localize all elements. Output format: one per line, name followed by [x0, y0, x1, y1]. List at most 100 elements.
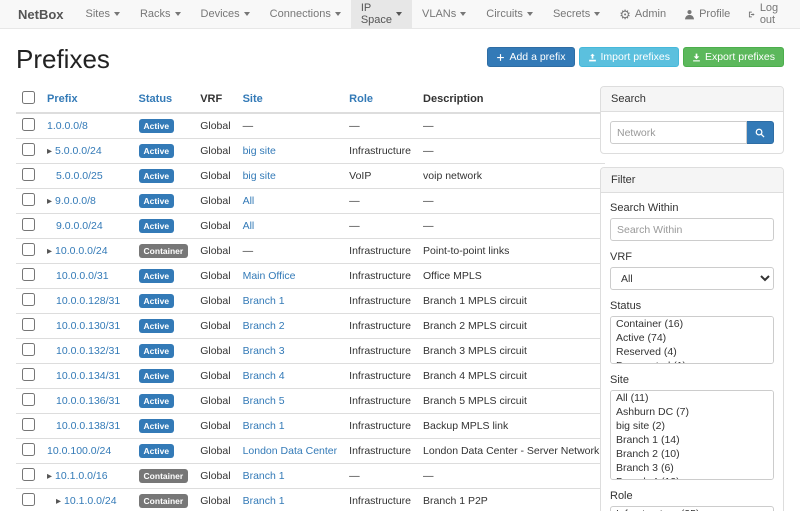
row-checkbox[interactable]: [22, 143, 35, 156]
column-header-site[interactable]: Site: [243, 93, 263, 105]
listbox-option[interactable]: Branch 1 (14): [611, 433, 773, 447]
site-label: Site: [610, 374, 774, 386]
row-checkbox[interactable]: [22, 443, 35, 456]
prefix-link[interactable]: 9.0.0.0/8: [55, 195, 96, 207]
row-checkbox[interactable]: [22, 268, 35, 281]
column-header-prefix[interactable]: Prefix: [47, 93, 78, 105]
site-cell: Branch 4: [237, 364, 344, 389]
status-badge: Active: [139, 219, 175, 233]
row-checkbox[interactable]: [22, 293, 35, 306]
site-link[interactable]: Branch 1: [243, 470, 285, 482]
prefix-link[interactable]: 10.0.0.132/31: [56, 345, 120, 357]
row-checkbox[interactable]: [22, 418, 35, 431]
site-link[interactable]: Branch 4: [243, 370, 285, 382]
row-checkbox[interactable]: [22, 218, 35, 231]
export-prefixes-button[interactable]: Export prefixes: [683, 47, 784, 67]
site-cell: big site: [237, 164, 344, 189]
expand-caret-icon: ▸: [47, 146, 52, 157]
row-checkbox[interactable]: [22, 343, 35, 356]
prefix-link[interactable]: 5.0.0.0/24: [55, 145, 102, 157]
listbox-option[interactable]: big site (2): [611, 419, 773, 433]
listbox-option[interactable]: Ashburn DC (7): [611, 405, 773, 419]
nav-item-connections[interactable]: Connections: [260, 0, 351, 28]
vrf-select[interactable]: All: [610, 267, 774, 290]
site-link[interactable]: All: [243, 195, 255, 207]
prefix-link[interactable]: 10.0.0.130/31: [56, 320, 120, 332]
row-checkbox[interactable]: [22, 393, 35, 406]
row-checkbox[interactable]: [22, 468, 35, 481]
brand[interactable]: NetBox: [6, 0, 76, 28]
nav-item-sites[interactable]: Sites: [76, 0, 130, 28]
prefix-link[interactable]: 10.0.0.0/31: [56, 270, 109, 282]
vrf-cell: Global: [194, 214, 236, 239]
prefix-link[interactable]: 10.1.0.0/24: [64, 495, 117, 507]
site-link[interactable]: Branch 2: [243, 320, 285, 332]
prefix-link[interactable]: 10.0.0.138/31: [56, 420, 120, 432]
row-checkbox[interactable]: [22, 118, 35, 131]
row-checkbox[interactable]: [22, 168, 35, 181]
nav-item-racks[interactable]: Racks: [130, 0, 191, 28]
status-listbox[interactable]: Container (16)Active (74)Reserved (4)Dep…: [610, 316, 774, 364]
prefix-link[interactable]: 10.0.0.136/31: [56, 395, 120, 407]
site-link[interactable]: Branch 3: [243, 345, 285, 357]
row-checkbox[interactable]: [22, 193, 35, 206]
listbox-option[interactable]: Reserved (4): [611, 345, 773, 359]
listbox-option[interactable]: Active (74): [611, 331, 773, 345]
search-button[interactable]: [747, 121, 774, 144]
listbox-option[interactable]: Branch 2 (10): [611, 447, 773, 461]
prefix-link[interactable]: 9.0.0.0/24: [56, 220, 103, 232]
add-prefix-button[interactable]: Add a prefix: [487, 47, 574, 67]
site-link[interactable]: Branch 1: [243, 495, 285, 507]
status-badge: Container: [139, 494, 189, 508]
site-link[interactable]: All: [243, 220, 255, 232]
column-header-role[interactable]: Role: [349, 93, 373, 105]
role-listbox[interactable]: Infrastructure (25)Management (8)Private…: [610, 506, 774, 511]
select-all-checkbox[interactable]: [22, 91, 35, 104]
role-cell: Infrastructure: [343, 139, 417, 164]
nav-item-devices[interactable]: Devices: [191, 0, 260, 28]
site-link[interactable]: big site: [243, 145, 276, 157]
site-link[interactable]: Branch 1: [243, 295, 285, 307]
prefix-link[interactable]: 10.1.0.0/16: [55, 470, 108, 482]
prefix-link[interactable]: 10.0.0.128/31: [56, 295, 120, 307]
row-checkbox[interactable]: [22, 243, 35, 256]
site-link[interactable]: Branch 1: [243, 420, 285, 432]
site-link[interactable]: big site: [243, 170, 276, 182]
profile-link[interactable]: Profile: [675, 0, 739, 28]
row-checkbox[interactable]: [22, 368, 35, 381]
table-wrap: Prefix Status VRF Site Role Description …: [16, 86, 586, 511]
site-link[interactable]: London Data Center: [243, 445, 338, 457]
site-listbox[interactable]: All (11)Ashburn DC (7)big site (2)Branch…: [610, 390, 774, 480]
listbox-option[interactable]: Container (16): [611, 317, 773, 331]
logout-link[interactable]: Log out: [739, 0, 794, 28]
listbox-option[interactable]: All (11): [611, 391, 773, 405]
import-prefixes-button[interactable]: Import prefixes: [579, 47, 679, 67]
prefix-link[interactable]: 10.0.0.134/31: [56, 370, 120, 382]
listbox-option[interactable]: Branch 4 (12): [611, 475, 773, 480]
nav-item-vlans[interactable]: VLANs: [412, 0, 476, 28]
prefix-link[interactable]: 10.0.0.0/24: [55, 245, 108, 257]
vrf-cell: Global: [194, 164, 236, 189]
nav-item-secrets[interactable]: Secrets: [543, 0, 610, 28]
nav-item-ip-space[interactable]: IP Space: [351, 0, 412, 28]
row-checkbox[interactable]: [22, 493, 35, 506]
chevron-down-icon: [594, 12, 600, 16]
listbox-option[interactable]: Branch 3 (6): [611, 461, 773, 475]
prefix-link[interactable]: 5.0.0.0/25: [56, 170, 103, 182]
search-within-input[interactable]: [610, 218, 774, 241]
site-cell: big site: [237, 139, 344, 164]
column-header-status[interactable]: Status: [139, 93, 173, 105]
site-cell: —: [237, 239, 344, 264]
admin-link[interactable]: ⚙ Admin: [610, 0, 675, 28]
role-cell: Infrastructure: [343, 439, 417, 464]
listbox-option[interactable]: Deprecated (1): [611, 359, 773, 364]
role-label: Role: [610, 490, 774, 502]
site-link[interactable]: Branch 5: [243, 395, 285, 407]
listbox-option[interactable]: Infrastructure (25): [611, 507, 773, 511]
prefix-link[interactable]: 10.0.100.0/24: [47, 445, 111, 457]
row-checkbox[interactable]: [22, 318, 35, 331]
site-link[interactable]: Main Office: [243, 270, 296, 282]
search-input[interactable]: [610, 121, 747, 144]
prefix-link[interactable]: 1.0.0.0/8: [47, 120, 88, 132]
nav-item-circuits[interactable]: Circuits: [476, 0, 543, 28]
